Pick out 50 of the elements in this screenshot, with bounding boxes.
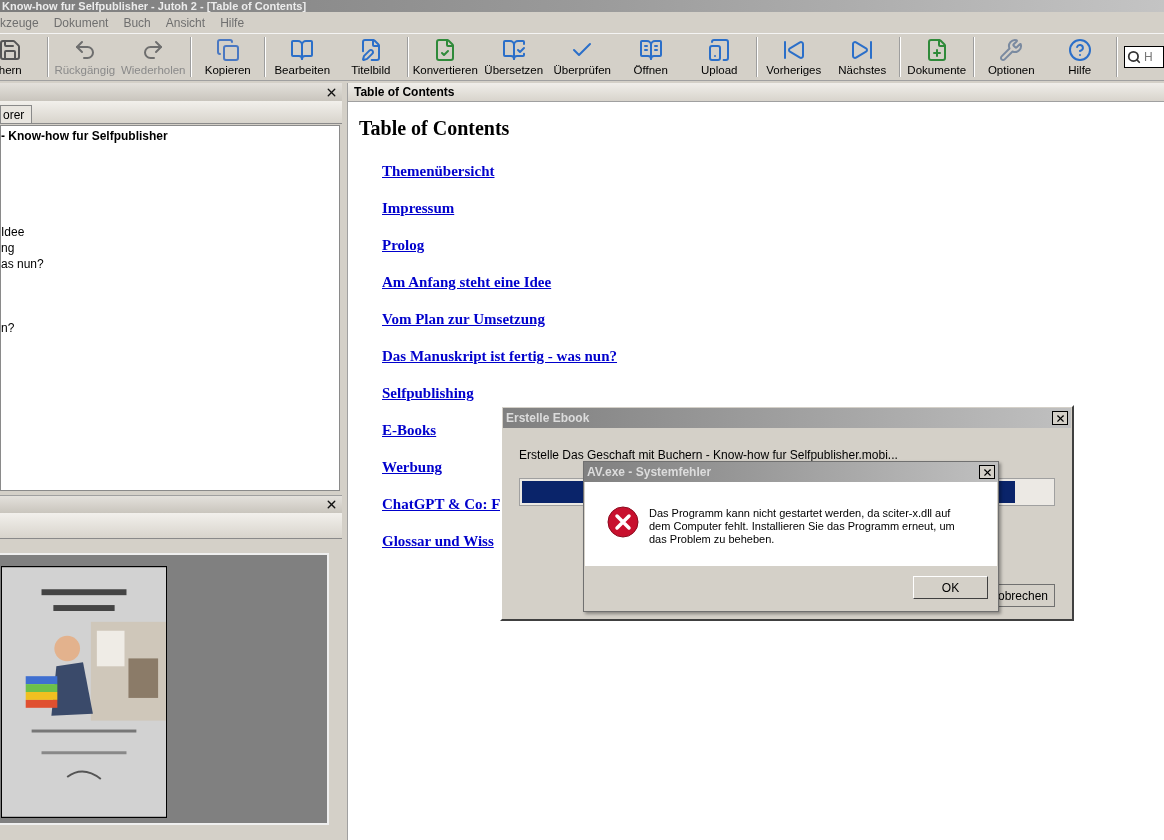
- toolbar-button[interactable]: Titelbild: [336, 35, 405, 79]
- close-button[interactable]: [979, 465, 995, 479]
- document-tab-title: Table of Contents: [354, 84, 455, 101]
- toc-link[interactable]: Themenübersicht: [382, 162, 495, 181]
- toc-link[interactable]: Selfpublishing: [382, 384, 474, 403]
- tree-item[interactable]: as nun?: [1, 256, 44, 272]
- toc-link[interactable]: Das Manuskript ist fertig - was nun?: [382, 347, 618, 366]
- dialog-title: AV.exe - Systemfehler: [587, 464, 712, 481]
- toolbar-button[interactable]: Konvertieren: [411, 35, 480, 79]
- toc-link[interactable]: E-Books: [382, 421, 437, 440]
- toc-link[interactable]: Vom Plan zur Umsetzung: [382, 310, 545, 329]
- toc-link[interactable]: ChatGPT & Co: F: [382, 495, 501, 514]
- error-message: Das Programm kann nicht gestartet werden, da sciter-x.dll auf dem Computer fehlt. Installieren Sie das Programm erneut, um das Problem zu beheben.: [649, 506, 956, 546]
- toolbar-button[interactable]: Nächstes: [828, 35, 897, 79]
- toolbar-button[interactable]: Übersetzen: [479, 35, 548, 79]
- wrench-icon: [999, 37, 1024, 62]
- toc-link[interactable]: Werbung: [382, 458, 442, 477]
- error-icon: [607, 506, 639, 538]
- ok-button[interactable]: OK: [913, 576, 988, 599]
- toolbar-button[interactable]: hern: [0, 35, 45, 79]
- toc-link[interactable]: Prolog: [382, 236, 425, 255]
- tree-item[interactable]: n?: [1, 320, 15, 336]
- tree-item[interactable]: ng: [1, 240, 15, 256]
- save-icon: [0, 37, 23, 62]
- toolbar-button[interactable]: Dokumente: [902, 35, 971, 79]
- tree-item[interactable]: Idee: [1, 224, 25, 240]
- tree-item[interactable]: - Know-how fur Selfpublisher: [1, 128, 168, 144]
- close-icon: [1054, 412, 1066, 424]
- search-icon: [1127, 50, 1141, 64]
- toolbar-button[interactable]: Öffnen: [616, 35, 685, 79]
- progress-message: Erstelle Das Geschaft mit Buchern - Know-how fur Selfpublisher.mobi...: [519, 447, 899, 464]
- toc-link[interactable]: Glossar und Wiss: [382, 532, 494, 551]
- toolbar-button[interactable]: Kopieren: [193, 35, 262, 79]
- search-field[interactable]: H: [1124, 46, 1164, 68]
- toc-link[interactable]: Impressum: [382, 199, 455, 218]
- close-icon: [981, 466, 993, 478]
- document-heading: Table of Contents: [359, 116, 511, 140]
- window-title: Know-how fur Selfpublisher - Jutoh 2 - [Table of Contents]: [1, 0, 307, 12]
- dialog-title: Erstelle Ebook: [506, 410, 590, 427]
- toolbar-button[interactable]: Upload: [685, 35, 754, 79]
- copy-icon: [215, 37, 240, 62]
- toolbar-button[interactable]: Vorheriges: [759, 35, 828, 79]
- help-icon: [1067, 37, 1092, 62]
- toolbar-button[interactable]: Bearbeiten: [268, 35, 337, 79]
- toolbar-button[interactable]: Überprüfen: [548, 35, 617, 79]
- toolbar-button[interactable]: Optionen: [977, 35, 1046, 79]
- toc-link[interactable]: Am Anfang steht eine Idee: [382, 273, 552, 292]
- close-button[interactable]: [1052, 411, 1068, 425]
- panel-tab[interactable]: orer: [0, 105, 32, 123]
- toolbar-button[interactable]: Hilfe: [1045, 35, 1114, 79]
